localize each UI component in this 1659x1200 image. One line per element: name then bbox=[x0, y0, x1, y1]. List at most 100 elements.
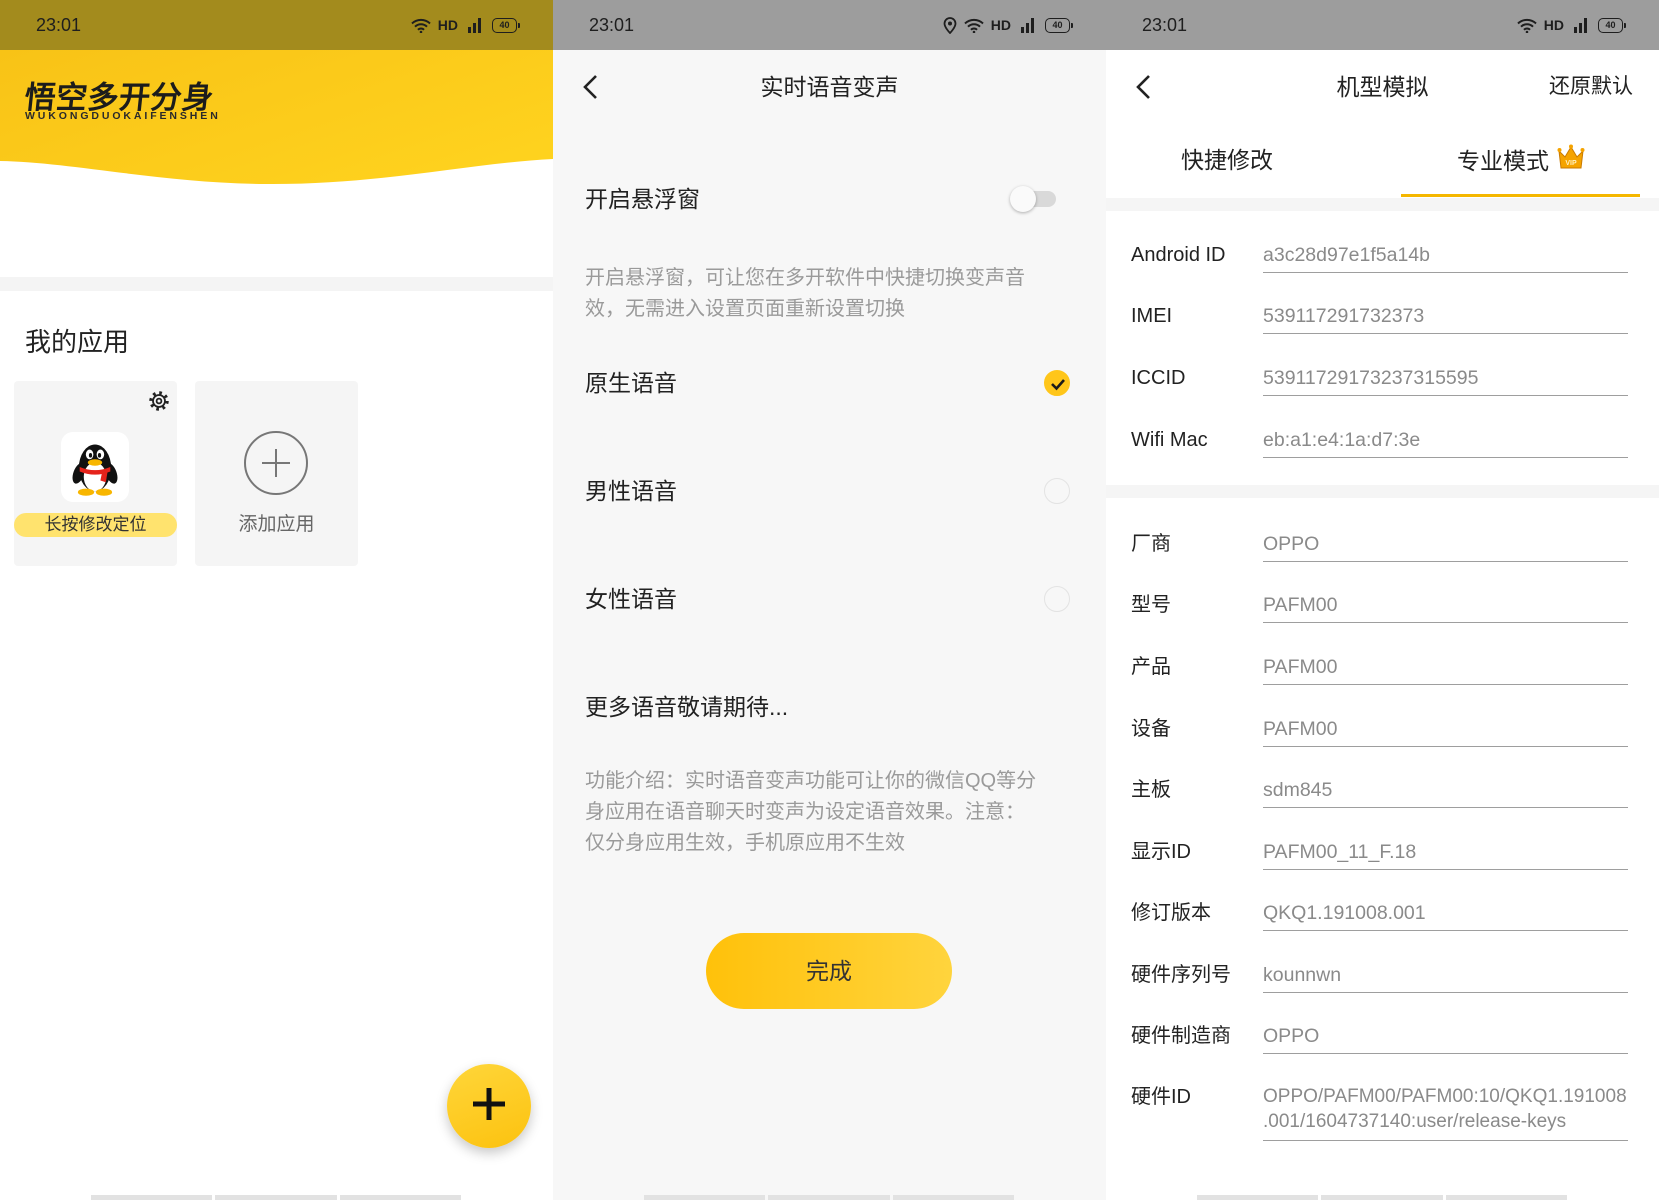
field-label: Wifi Mac bbox=[1131, 429, 1208, 451]
status-time: 23:01 bbox=[589, 15, 635, 35]
battery-level: 40 bbox=[1605, 19, 1616, 30]
floating-window-label: 开启悬浮窗 bbox=[585, 186, 700, 212]
manufacturer-input[interactable]: OPPO bbox=[1263, 529, 1628, 562]
voice-option-female[interactable]: 女性语音 bbox=[553, 559, 1106, 639]
signal-icon bbox=[1571, 17, 1591, 33]
status-bar: 23:01 HD 40 bbox=[1106, 0, 1659, 50]
field-hardware-manufacturer: 硬件制造商 OPPO bbox=[1131, 1021, 1628, 1054]
wifi-icon bbox=[964, 18, 984, 33]
more-voices-text: 更多语音敬请期待... bbox=[585, 694, 789, 720]
iccid-input[interactable]: 53911729173237315595 bbox=[1263, 363, 1628, 396]
page-title: 实时语音变声 bbox=[760, 74, 899, 100]
voice-option-male[interactable]: 男性语音 bbox=[553, 451, 1106, 531]
home-screen: 23:01 HD 40 悟空多开分身 WUKONGDUOKAIFENSHEN 我… bbox=[0, 0, 553, 1200]
hardware-serial-input[interactable]: kounnwn bbox=[1263, 960, 1628, 993]
status-time: 23:01 bbox=[1142, 15, 1188, 35]
qq-penguin-icon bbox=[61, 432, 129, 502]
app-card-label: 长按修改定位 bbox=[14, 513, 177, 537]
voice-radio-male[interactable] bbox=[1044, 478, 1070, 504]
field-label: IMEI bbox=[1131, 305, 1173, 327]
revision-input[interactable]: QKQ1.191008.001 bbox=[1263, 898, 1628, 931]
gear-icon[interactable] bbox=[147, 389, 171, 413]
field-label: 产品 bbox=[1131, 656, 1171, 678]
voice-option-label: 女性语音 bbox=[585, 586, 677, 612]
battery-level: 40 bbox=[1052, 19, 1063, 30]
field-label: Android ID bbox=[1131, 244, 1226, 266]
field-label: ICCID bbox=[1131, 367, 1186, 389]
voice-radio-native[interactable] bbox=[1044, 370, 1070, 396]
field-wifi-mac: Wifi Mac eb:a1:e4:1a:d7:3e bbox=[1131, 425, 1628, 458]
hardware-manufacturer-input[interactable]: OPPO bbox=[1263, 1021, 1628, 1054]
voice-option-label: 男性语音 bbox=[585, 478, 677, 504]
active-tab-indicator bbox=[1401, 194, 1640, 197]
field-revision: 修订版本 QKQ1.191008.001 bbox=[1131, 898, 1628, 931]
field-board: 主板 sdm845 bbox=[1131, 775, 1628, 808]
imei-input[interactable]: 539117291732373 bbox=[1263, 301, 1628, 334]
plus-icon bbox=[471, 1086, 507, 1127]
wifi-mac-input[interactable]: eb:a1:e4:1a:d7:3e bbox=[1263, 425, 1628, 458]
hardware-id-input[interactable]: OPPO/PAFM00/PAFM00:10/QKQ1.191008.001/16… bbox=[1263, 1082, 1628, 1141]
check-icon bbox=[1051, 379, 1065, 391]
network-hd-label: HD bbox=[1543, 17, 1564, 33]
tab-pro-mode[interactable]: 专业模式 VIP bbox=[1457, 144, 1585, 178]
field-hardware-serial: 硬件序列号 kounnwn bbox=[1131, 960, 1628, 993]
field-imei: IMEI 539117291732373 bbox=[1131, 301, 1628, 334]
field-product: 产品 PAFM00 bbox=[1131, 652, 1628, 685]
status-icons: HD 40 bbox=[943, 0, 1073, 50]
device-input[interactable]: PAFM00 bbox=[1263, 714, 1628, 747]
field-manufacturer: 厂商 OPPO bbox=[1131, 529, 1628, 562]
status-bar: 23:01 HD 40 bbox=[0, 0, 553, 50]
battery-level: 40 bbox=[499, 19, 510, 30]
field-label: 型号 bbox=[1131, 594, 1171, 616]
toggle-knob bbox=[1010, 186, 1036, 212]
floating-window-description: 开启悬浮窗，可让您在多开软件中快捷切换变声音效，无需进入设置页面重新设置切换 bbox=[585, 267, 1025, 320]
field-label: 设备 bbox=[1131, 718, 1171, 740]
field-model: 型号 PAFM00 bbox=[1131, 590, 1628, 623]
plus-circle-icon bbox=[243, 430, 309, 501]
section-divider bbox=[1106, 485, 1659, 498]
field-device: 设备 PAFM00 bbox=[1131, 714, 1628, 747]
add-app-card[interactable]: 添加应用 bbox=[195, 381, 358, 566]
field-label: 硬件序列号 bbox=[1131, 964, 1231, 986]
floating-window-toggle[interactable] bbox=[1010, 186, 1056, 212]
status-icons: HD 40 bbox=[1517, 0, 1626, 50]
voice-radio-female[interactable] bbox=[1044, 586, 1070, 612]
field-label: 主板 bbox=[1131, 779, 1171, 801]
add-fab-button[interactable] bbox=[447, 1064, 531, 1148]
tab-label: 专业模式 bbox=[1457, 148, 1549, 174]
location-icon bbox=[943, 16, 957, 34]
field-label: 硬件ID bbox=[1131, 1086, 1191, 1108]
field-label: 修订版本 bbox=[1131, 902, 1211, 924]
network-hd-label: HD bbox=[437, 17, 458, 33]
wifi-icon bbox=[1517, 18, 1537, 33]
voice-option-label: 原生语音 bbox=[585, 370, 677, 396]
voice-changer-screen: 23:01 HD 40 实时语音变声 开启悬浮窗 开启悬浮窗，可让您在多开软件中… bbox=[553, 0, 1106, 1200]
android-id-input[interactable]: a3c28d97e1f5a14b bbox=[1263, 240, 1628, 273]
board-input[interactable]: sdm845 bbox=[1263, 775, 1628, 808]
status-icons: HD 40 bbox=[411, 0, 520, 50]
restore-default-button[interactable]: 还原默认 bbox=[1549, 72, 1633, 102]
product-input[interactable]: PAFM00 bbox=[1263, 652, 1628, 685]
network-hd-label: HD bbox=[990, 17, 1011, 33]
field-iccid: ICCID 53911729173237315595 bbox=[1131, 363, 1628, 396]
field-hardware-id: 硬件ID OPPO/PAFM00/PAFM00:10/QKQ1.191008.0… bbox=[1131, 1082, 1628, 1141]
battery-icon: 40 bbox=[492, 17, 520, 33]
app-logo-subtitle: WUKONGDUOKAIFENSHEN bbox=[25, 110, 221, 122]
vip-crown-icon: VIP bbox=[1557, 144, 1585, 178]
app-card-qq[interactable]: 长按修改定位 bbox=[14, 381, 177, 566]
wifi-icon bbox=[411, 18, 431, 33]
my-apps-title: 我的应用 bbox=[25, 327, 130, 357]
status-bar: 23:01 HD 40 bbox=[553, 0, 1106, 50]
device-simulation-screen: 23:01 HD 40 机型模拟 还原默认 快捷修改 专业模式 VIP Andr… bbox=[1106, 0, 1659, 1200]
tab-quick-edit[interactable]: 快捷修改 bbox=[1181, 144, 1273, 176]
tabs-divider bbox=[1106, 198, 1659, 211]
field-label: 硬件制造商 bbox=[1131, 1025, 1231, 1047]
battery-icon: 40 bbox=[1045, 17, 1073, 33]
status-time: 23:01 bbox=[36, 15, 82, 35]
voice-option-native[interactable]: 原生语音 bbox=[553, 343, 1106, 423]
field-label: 厂商 bbox=[1131, 533, 1171, 555]
model-input[interactable]: PAFM00 bbox=[1263, 590, 1628, 623]
done-button[interactable]: 完成 bbox=[706, 933, 952, 1009]
add-app-label: 添加应用 bbox=[238, 514, 315, 535]
display-id-input[interactable]: PAFM00_11_F.18 bbox=[1263, 837, 1628, 870]
